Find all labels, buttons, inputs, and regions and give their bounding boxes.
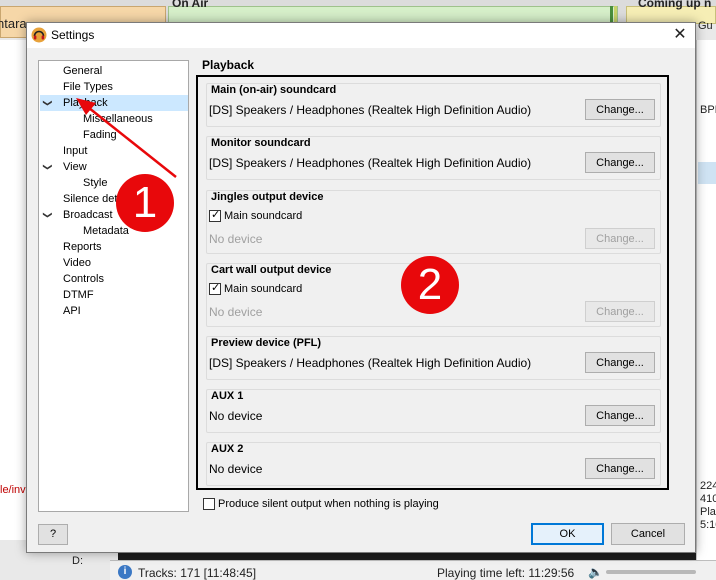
tree-item-dtmf[interactable]: DTMF xyxy=(63,287,94,303)
tree-item-view[interactable]: View xyxy=(63,159,87,175)
group-title: Monitor soundcard xyxy=(211,137,311,149)
device-value: [DS] Speakers / Headphones (Realtek High… xyxy=(209,356,532,370)
panel-title: Playback xyxy=(202,58,255,72)
change-main-soundcard-button[interactable]: Change... xyxy=(585,99,655,120)
settings-tree[interactable]: ❯ ❯ ❯ General File Types Playback Miscel… xyxy=(38,60,189,512)
tree-item-video[interactable]: Video xyxy=(63,255,91,271)
change-monitor-soundcard-button[interactable]: Change... xyxy=(585,152,655,173)
bg-drive-letter: D: xyxy=(72,555,83,567)
checkbox-label: Main soundcard xyxy=(224,283,303,295)
bg-right-text: Gu xyxy=(698,20,713,32)
chevron-down-icon[interactable]: ❯ xyxy=(40,162,56,172)
bg-left-panel-text: le/inv xyxy=(0,484,26,496)
jingles-main-soundcard-checkbox[interactable] xyxy=(209,208,221,222)
chevron-down-icon[interactable]: ❯ xyxy=(40,98,56,108)
close-icon[interactable]: ✕ xyxy=(665,23,695,48)
settings-dialog: Settings ✕ ❯ ❯ ❯ General File Types Play… xyxy=(26,22,696,553)
help-button[interactable]: ? xyxy=(38,524,68,545)
tree-item-miscellaneous[interactable]: Miscellaneous xyxy=(83,111,153,127)
device-value: No device xyxy=(209,232,263,246)
change-aux-1-button[interactable]: Change... xyxy=(585,405,655,426)
bg-left-panel: le/inv xyxy=(0,40,28,540)
tree-item-controls[interactable]: Controls xyxy=(63,271,104,287)
checkbox-label: Main soundcard xyxy=(224,210,303,222)
tree-item-style[interactable]: Style xyxy=(83,175,107,191)
bg-right-text: Playe xyxy=(700,506,716,518)
group-title: AUX 1 xyxy=(211,390,244,402)
group-title: Preview device (PFL) xyxy=(211,337,322,349)
tree-item-metadata[interactable]: Metadata xyxy=(83,223,129,239)
bg-right-text: 4100 xyxy=(700,493,716,505)
device-value: No device xyxy=(209,462,263,476)
tree-item-reports[interactable]: Reports xyxy=(63,239,102,255)
device-value: [DS] Speakers / Headphones (Realtek High… xyxy=(209,156,532,170)
cancel-button[interactable]: Cancel xyxy=(611,523,685,545)
ok-button[interactable]: OK xyxy=(531,523,604,545)
change-cart-wall-device-button[interactable]: Change... xyxy=(585,301,655,322)
change-jingles-device-button[interactable]: Change... xyxy=(585,228,655,249)
annotation-marker-1: 1 xyxy=(116,174,174,232)
status-playing-time-left: Playing time left: 11:29:56 xyxy=(437,566,575,580)
chevron-down-icon[interactable]: ❯ xyxy=(40,210,56,220)
bg-on-air-label: On Air xyxy=(172,0,209,10)
annotation-marker-2: 2 xyxy=(401,256,459,314)
silent-output-checkbox[interactable] xyxy=(203,498,215,510)
headphones-icon xyxy=(31,27,47,43)
volume-slider[interactable] xyxy=(606,570,696,574)
tree-item-file-types[interactable]: File Types xyxy=(63,79,113,95)
status-tracks: Tracks: 171 [11:48:45] xyxy=(138,566,257,580)
tree-item-fading[interactable]: Fading xyxy=(83,127,117,143)
dialog-titlebar: Settings ✕ xyxy=(27,23,695,48)
silent-output-label: Produce silent output when nothing is pl… xyxy=(218,498,439,510)
group-title: Main (on-air) soundcard xyxy=(211,84,337,96)
bg-right-selection xyxy=(698,162,716,184)
speaker-icon[interactable]: 🔈 xyxy=(588,565,603,579)
bg-coming-up-label: Coming up n xyxy=(638,0,712,10)
group-title: AUX 2 xyxy=(211,443,244,455)
dialog-title: Settings xyxy=(51,28,95,42)
change-aux-2-button[interactable]: Change... xyxy=(585,458,655,479)
tree-item-general[interactable]: General xyxy=(63,63,102,79)
bg-right-text: 224kb xyxy=(700,480,716,492)
tree-item-playback[interactable]: Playback xyxy=(63,95,108,111)
info-icon: i xyxy=(118,565,132,579)
group-title: Cart wall output device xyxy=(211,264,332,276)
tree-item-broadcast[interactable]: Broadcast xyxy=(63,207,113,223)
bg-right-text: 5:10 xyxy=(700,519,716,531)
cartwall-main-soundcard-checkbox[interactable] xyxy=(209,281,221,295)
device-value: No device xyxy=(209,305,263,319)
tree-item-input[interactable]: Input xyxy=(63,143,87,159)
device-value: [DS] Speakers / Headphones (Realtek High… xyxy=(209,103,532,117)
bg-left-tab-label: ntara xyxy=(0,16,27,31)
bg-right-text: BPI xyxy=(700,104,716,116)
change-preview-device-button[interactable]: Change... xyxy=(585,352,655,373)
tree-item-api[interactable]: API xyxy=(63,303,81,319)
device-value: No device xyxy=(209,409,263,423)
group-title: Jingles output device xyxy=(211,191,324,203)
